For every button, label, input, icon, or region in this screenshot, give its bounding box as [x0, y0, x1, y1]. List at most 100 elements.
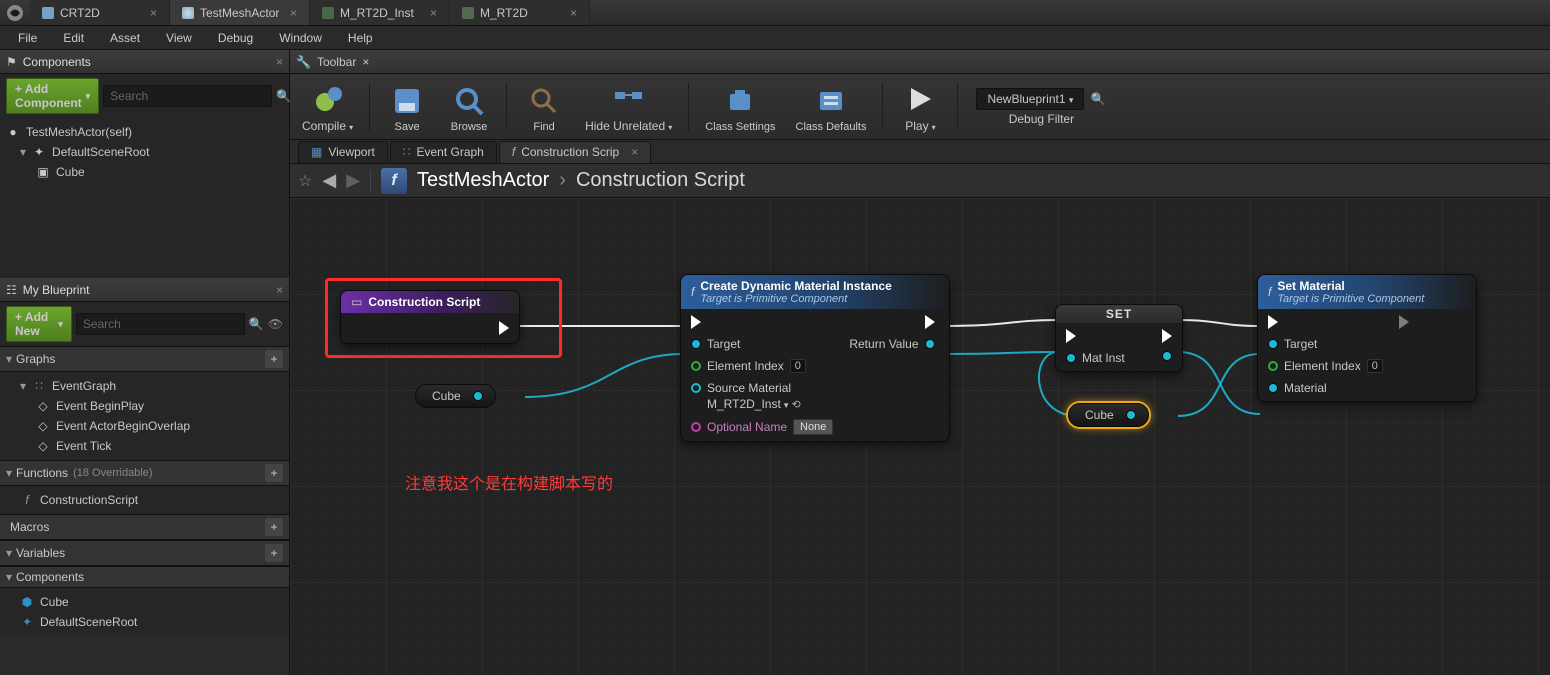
source-material-value[interactable]: M_RT2D_Inst — [707, 397, 781, 411]
breadcrumb-root[interactable]: TestMeshActor — [417, 169, 549, 192]
myblueprint-search-input[interactable] — [76, 313, 245, 335]
element-index-value[interactable]: 0 — [790, 359, 806, 373]
tree-row-cube[interactable]: ▣Cube — [2, 162, 287, 182]
nav-forward-button[interactable]: ▶ — [346, 170, 360, 191]
node-construction-script[interactable]: ▭Construction Script — [340, 290, 520, 344]
pin-element-index[interactable]: Element Index0 — [1268, 359, 1383, 373]
browse-button[interactable]: Browse — [442, 81, 496, 135]
menu-debug[interactable]: Debug — [206, 28, 265, 48]
search-icon[interactable]: 🔍 — [1090, 91, 1106, 107]
tab-viewport[interactable]: ▦Viewport — [298, 141, 388, 163]
pin-material[interactable]: Material — [1268, 381, 1383, 395]
close-icon[interactable]: × — [430, 6, 437, 20]
exec-out-pin[interactable] — [499, 321, 509, 335]
search-icon[interactable]: 🔍 — [249, 316, 264, 332]
section-macros[interactable]: Macros+ — [0, 514, 289, 540]
add-icon[interactable]: + — [265, 518, 283, 536]
close-icon[interactable]: × — [150, 6, 157, 20]
data-out-pin[interactable] — [473, 391, 483, 401]
tab-eventgraph[interactable]: ∷Event Graph — [390, 141, 497, 163]
menu-help[interactable]: Help — [336, 28, 385, 48]
node-create-dynamic-material-instance[interactable]: f Create Dynamic Material InstanceTarget… — [680, 274, 950, 442]
find-icon — [526, 83, 562, 119]
node-set[interactable]: SET Mat Inst — [1055, 304, 1183, 372]
tab-constructionscript[interactable]: fConstruction Scrip× — [499, 141, 651, 163]
section-variables[interactable]: ▾Variables+ — [0, 540, 289, 566]
defaults-icon — [813, 83, 849, 119]
add-icon[interactable]: + — [265, 544, 283, 562]
exec-out-pin[interactable] — [1399, 315, 1409, 329]
search-icon[interactable]: 🔍 — [276, 88, 291, 104]
menu-edit[interactable]: Edit — [51, 28, 96, 48]
nav-back-button[interactable]: ◀ — [322, 170, 336, 191]
window-tab-mrt2d-inst[interactable]: M_RT2D_Inst× — [310, 0, 450, 25]
pin-target[interactable]: Target — [1268, 337, 1383, 351]
components-panel-header[interactable]: ⚑ Components × — [0, 50, 289, 74]
pin-element-index[interactable]: Element Index0 — [691, 359, 833, 373]
window-tab-testmeshactor[interactable]: TestMeshActor× — [170, 0, 310, 25]
section-components2[interactable]: ▾Components — [0, 566, 289, 588]
tree-row-self[interactable]: ●TestMeshActor(self) — [2, 122, 287, 142]
add-icon[interactable]: + — [265, 350, 283, 368]
components-search-input[interactable] — [103, 85, 272, 107]
menu-window[interactable]: Window — [267, 28, 334, 48]
breadcrumb-leaf[interactable]: Construction Script — [576, 169, 745, 192]
tree-event-tick[interactable]: ◇Event Tick — [2, 436, 287, 456]
exec-out-pin[interactable] — [1162, 329, 1172, 343]
toolbar-panel-header[interactable]: 🔧 Toolbar × — [290, 50, 1550, 74]
exec-in-pin[interactable] — [1066, 329, 1125, 343]
eye-icon[interactable]: 👁 — [268, 316, 283, 332]
pin-target[interactable]: Target — [691, 337, 833, 351]
data-out-pin[interactable] — [1126, 410, 1136, 420]
section-graphs[interactable]: ▾Graphs+ — [0, 346, 289, 372]
window-tab-crt2d[interactable]: CRT2D× — [30, 0, 170, 25]
close-icon[interactable]: × — [276, 55, 283, 69]
variable-get-cube[interactable]: Cube — [415, 384, 496, 408]
right-panel: 🔧 Toolbar × Compile ▾ Save Browse Find H… — [290, 50, 1550, 675]
hide-unrelated-button[interactable]: Hide Unrelated ▾ — [579, 79, 678, 135]
optional-name-value[interactable]: None — [793, 419, 833, 435]
section-functions[interactable]: ▾Functions(18 Overridable)+ — [0, 460, 289, 486]
close-icon[interactable]: × — [570, 6, 577, 20]
exec-in-pin[interactable] — [1268, 315, 1383, 329]
debug-filter-select[interactable]: NewBlueprint1 ▾ — [976, 88, 1084, 110]
variable-get-cube-selected[interactable]: Cube — [1068, 403, 1149, 427]
tree-row-defaultsceneroot[interactable]: ▾✦DefaultSceneRoot — [2, 142, 287, 162]
add-component-button[interactable]: + Add Component▾ — [6, 78, 99, 114]
close-icon[interactable]: × — [290, 6, 297, 20]
pin-optional-name[interactable]: Optional NameNone — [691, 419, 833, 435]
menu-view[interactable]: View — [154, 28, 204, 48]
compile-button[interactable]: Compile ▾ — [296, 79, 359, 135]
pin-mat-inst[interactable]: Mat Inst — [1066, 351, 1125, 365]
tree-event-actorbeginoverlap[interactable]: ◇Event ActorBeginOverlap — [2, 416, 287, 436]
pin-source-material[interactable]: Source MaterialM_RT2D_Inst ▾ ⟲ — [691, 381, 833, 411]
pin-return-value[interactable]: Return Value — [849, 337, 934, 351]
class-defaults-button[interactable]: Class Defaults — [790, 81, 873, 135]
element-index-value[interactable]: 0 — [1367, 359, 1383, 373]
tree-eventgraph[interactable]: ▾∷EventGraph — [2, 376, 287, 396]
toolbar: Compile ▾ Save Browse Find Hide Unrelate… — [290, 74, 1550, 140]
add-icon[interactable]: + — [265, 464, 283, 482]
window-tab-mrt2d[interactable]: M_RT2D× — [450, 0, 590, 25]
exec-out-pin[interactable] — [849, 315, 934, 329]
menu-asset[interactable]: Asset — [98, 28, 152, 48]
class-settings-button[interactable]: Class Settings — [699, 81, 781, 135]
menu-file[interactable]: File — [6, 28, 49, 48]
favorite-icon[interactable]: ☆ — [298, 171, 312, 191]
myblueprint-panel-header[interactable]: ☷ My Blueprint × — [0, 278, 289, 302]
tree-event-beginplay[interactable]: ◇Event BeginPlay — [2, 396, 287, 416]
add-new-button[interactable]: + Add New▾ — [6, 306, 72, 342]
graph-canvas[interactable]: ▭Construction Script Cube f Create Dynam… — [290, 198, 1550, 675]
tree-var-defaultsceneroot[interactable]: ✦DefaultSceneRoot — [2, 612, 287, 632]
close-icon[interactable]: × — [276, 283, 283, 297]
find-button[interactable]: Find — [517, 81, 571, 135]
close-icon[interactable]: × — [362, 55, 369, 69]
exec-in-pin[interactable] — [691, 315, 833, 329]
node-set-material[interactable]: f Set MaterialTarget is Primitive Compon… — [1257, 274, 1477, 402]
data-out-pin[interactable] — [1162, 351, 1172, 361]
tree-constructionscript[interactable]: fConstructionScript — [2, 490, 287, 510]
close-icon[interactable]: × — [631, 145, 638, 159]
play-button[interactable]: Play ▾ — [893, 79, 947, 135]
save-button[interactable]: Save — [380, 81, 434, 135]
tree-var-cube[interactable]: ⬢Cube — [2, 592, 287, 612]
